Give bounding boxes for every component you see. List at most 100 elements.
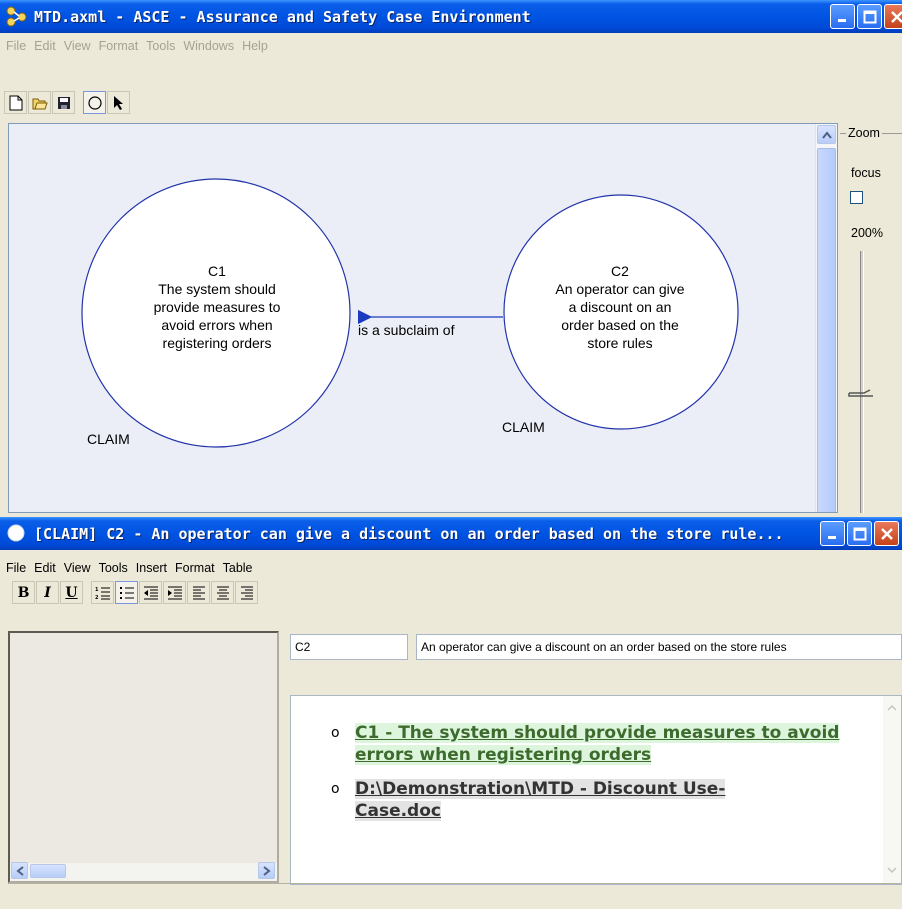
save-icon xyxy=(57,96,70,109)
new-file-button[interactable] xyxy=(4,91,27,114)
menu-help[interactable]: Help xyxy=(240,39,274,53)
editor-maximize-button[interactable] xyxy=(847,521,872,546)
numbered-list-icon: 12 xyxy=(95,587,110,600)
node-c1-text: C1 The system should provide measures to… xyxy=(69,262,365,352)
main-titlebar: MTD.axml - ASCE - Assurance and Safety C… xyxy=(0,0,902,33)
numbered-list-button[interactable]: 12 xyxy=(91,581,114,604)
maximize-icon xyxy=(863,10,876,23)
new-file-icon xyxy=(9,95,22,110)
chevron-right-icon xyxy=(262,865,271,876)
menu-edit[interactable]: Edit xyxy=(32,39,62,53)
scroll-left-button[interactable] xyxy=(11,862,28,879)
format-toolbar: B I U 12 xyxy=(8,581,902,604)
editor-minimize-button[interactable] xyxy=(820,521,845,546)
menu-windows[interactable]: Windows xyxy=(181,39,240,53)
scroll-right-button[interactable] xyxy=(258,862,275,879)
node-c2-text: C2 An operator can give a discount on an… xyxy=(504,262,736,352)
maximize-button[interactable] xyxy=(857,4,882,29)
side-pane-horizontal-scrollbar[interactable] xyxy=(10,862,277,881)
focus-checkbox[interactable] xyxy=(850,191,863,204)
editor-menu-insert[interactable]: Insert xyxy=(134,561,173,575)
node-c1-line: avoid errors when xyxy=(161,317,273,333)
node-c1-id: C1 xyxy=(208,263,226,279)
claim-editor-window: [CLAIM] C2 - An operator can give a disc… xyxy=(0,517,902,909)
align-right-button[interactable] xyxy=(235,581,258,604)
link-label: is a subclaim of xyxy=(358,322,455,338)
scroll-up-button[interactable] xyxy=(817,125,836,144)
menu-view[interactable]: View xyxy=(62,39,97,53)
claim-circle-icon xyxy=(6,523,28,545)
svg-text:2: 2 xyxy=(95,595,99,600)
node-c2-line: a discount on an xyxy=(568,299,672,315)
focus-label: focus xyxy=(851,166,881,180)
pointer-tool-button[interactable] xyxy=(107,91,130,114)
editor-window-title: [CLAIM] C2 - An operator can give a disc… xyxy=(34,524,784,543)
open-folder-icon xyxy=(32,98,48,109)
scroll-thumb[interactable] xyxy=(817,148,836,512)
minimize-button[interactable] xyxy=(830,4,855,29)
editor-menubar: File Edit View Tools Insert Format Table xyxy=(0,557,902,579)
close-button[interactable] xyxy=(884,4,902,29)
node-c2-id: C2 xyxy=(611,263,629,279)
linked-claim-c1[interactable]: C1 - The system should provide measures … xyxy=(355,723,840,765)
menu-file[interactable]: File xyxy=(4,39,32,53)
node-c2-line: store rules xyxy=(587,335,653,351)
decrease-indent-button[interactable] xyxy=(139,581,162,604)
list-item: C1 - The system should provide measures … xyxy=(331,722,851,766)
underline-button[interactable]: U xyxy=(60,581,83,604)
claim-id-field[interactable]: C2 xyxy=(290,634,408,660)
document-pane[interactable]: C1 - The system should provide measures … xyxy=(290,695,902,885)
open-button[interactable] xyxy=(28,91,51,114)
bullet-list-button[interactable] xyxy=(115,581,138,604)
node-c1-line: The system should xyxy=(158,281,276,297)
node-c2-line: An operator can give xyxy=(555,281,685,297)
increase-indent-icon xyxy=(167,586,182,599)
italic-button[interactable]: I xyxy=(36,581,59,604)
linked-items-list: C1 - The system should provide measures … xyxy=(331,722,851,834)
document-vertical-scrollbar[interactable] xyxy=(883,696,901,884)
node-c2-line: order based on the xyxy=(561,317,679,333)
list-item: D:\Demonstration\MTD - Discount Use-Case… xyxy=(331,778,791,822)
linked-document[interactable]: D:\Demonstration\MTD - Discount Use-Case… xyxy=(355,779,726,821)
decrease-indent-icon xyxy=(143,586,158,599)
editor-menu-file[interactable]: File xyxy=(4,561,32,575)
side-pane-scroll-thumb[interactable] xyxy=(30,864,66,878)
main-toolbar xyxy=(0,91,902,114)
save-button[interactable] xyxy=(52,91,75,114)
align-right-icon xyxy=(240,586,253,599)
minimize-icon xyxy=(837,18,846,22)
node-c1-type-label: CLAIM xyxy=(87,431,130,447)
editor-menu-view[interactable]: View xyxy=(62,561,97,575)
menu-format[interactable]: Format xyxy=(97,39,145,53)
increase-indent-button[interactable] xyxy=(163,581,186,604)
node-c1-line: registering orders xyxy=(162,335,272,351)
main-window-title: MTD.axml - ASCE - Assurance and Safety C… xyxy=(34,7,531,26)
ellipse-tool-icon xyxy=(87,95,102,110)
zoom-slider-track[interactable] xyxy=(860,251,864,513)
node-tree-pane[interactable] xyxy=(8,631,279,883)
chevron-left-icon xyxy=(15,865,24,876)
bold-button[interactable]: B xyxy=(12,581,35,604)
ellipse-tool-button[interactable] xyxy=(83,91,106,114)
canvas-vertical-scrollbar[interactable] xyxy=(815,124,837,512)
close-icon xyxy=(880,527,893,540)
diagram-canvas[interactable]: C1 The system should provide measures to… xyxy=(8,123,838,513)
asce-app-icon xyxy=(6,6,28,28)
scrollbar-arrows-icon xyxy=(887,704,897,874)
editor-menu-format[interactable]: Format xyxy=(173,561,221,575)
claim-description-field[interactable]: An operator can give a discount on an or… xyxy=(416,634,902,660)
align-left-button[interactable] xyxy=(187,581,210,604)
zoom-slider-thumb[interactable] xyxy=(848,389,874,399)
status-bar xyxy=(8,883,902,905)
align-left-icon xyxy=(192,586,205,599)
align-center-icon xyxy=(216,586,229,599)
svg-text:1: 1 xyxy=(95,587,99,593)
editor-menu-table[interactable]: Table xyxy=(221,561,259,575)
menu-tools[interactable]: Tools xyxy=(144,39,181,53)
editor-menu-tools[interactable]: Tools xyxy=(97,561,134,575)
zoom-level-label: 200% xyxy=(851,226,883,240)
align-center-button[interactable] xyxy=(211,581,234,604)
bullet-list-icon xyxy=(119,586,134,599)
editor-menu-edit[interactable]: Edit xyxy=(32,561,62,575)
editor-close-button[interactable] xyxy=(874,521,899,546)
